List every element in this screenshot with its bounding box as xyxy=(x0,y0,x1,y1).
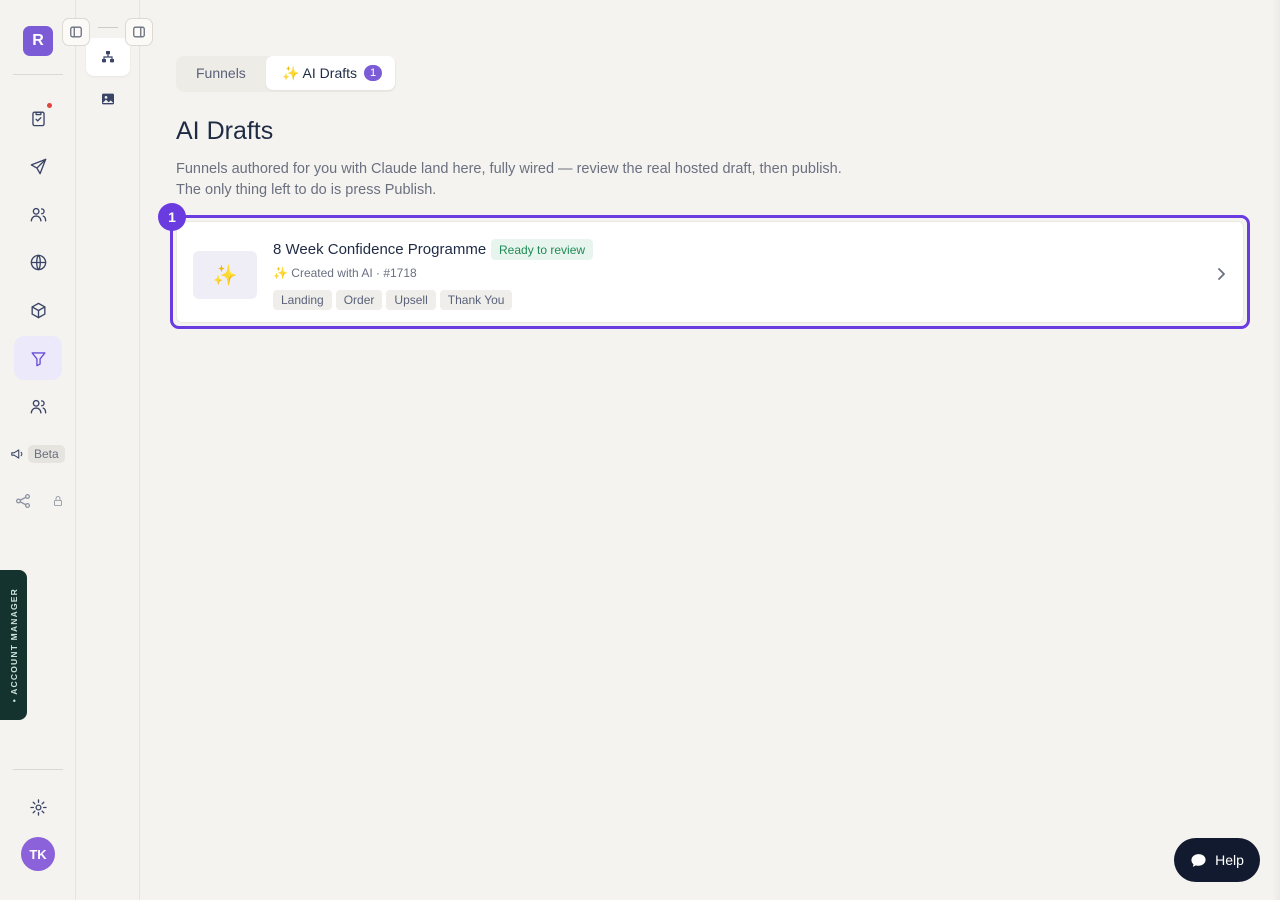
funnels-subnav xyxy=(76,0,140,900)
step-chip: Order xyxy=(335,290,383,310)
tab-label: Funnels xyxy=(196,65,246,81)
sidebar-item-announcements[interactable]: Beta xyxy=(10,442,65,466)
sidebar-item-contacts[interactable] xyxy=(14,192,62,236)
chat-bubble-icon xyxy=(1191,853,1206,867)
sidebar-item-funnels[interactable] xyxy=(14,336,62,380)
users-icon xyxy=(30,207,46,222)
tab-funnels[interactable]: Funnels xyxy=(196,56,246,90)
description-line: The only thing left to do is press Publi… xyxy=(176,182,437,198)
step-number-badge: 1 xyxy=(158,203,186,231)
count-badge: 1 xyxy=(364,65,383,81)
sidebar-item-audience[interactable] xyxy=(14,384,62,428)
share-nodes-icon xyxy=(15,493,31,509)
subnav-item-media[interactable] xyxy=(86,80,130,118)
lock-icon xyxy=(54,496,62,506)
sidebar-item-tasks[interactable] xyxy=(14,96,62,140)
help-label: Help xyxy=(1215,852,1244,868)
sidebar-item-products[interactable] xyxy=(14,288,62,332)
draft-card[interactable]: ✨ 8 Week Confidence Programme Ready to r… xyxy=(176,221,1244,323)
sparkles-icon: ✨ xyxy=(193,251,257,299)
draft-title: 8 Week Confidence Programme xyxy=(273,241,487,258)
step-chip: Landing xyxy=(273,290,332,310)
toggle-divider xyxy=(98,27,118,28)
user-avatar[interactable]: TK xyxy=(21,837,55,871)
collapse-sidebar-button[interactable] xyxy=(62,18,90,46)
edge-shadow xyxy=(1272,0,1280,900)
tab-ai-drafts[interactable]: ✨ AI Drafts 1 xyxy=(266,56,395,90)
help-button[interactable]: Help xyxy=(1174,838,1260,882)
account-manager-label: • ACCOUNT MANAGER xyxy=(8,587,19,703)
paper-plane-icon xyxy=(30,158,46,174)
tab-label: ✨ AI Drafts xyxy=(282,64,358,81)
image-icon xyxy=(102,93,114,105)
draft-meta: ✨ Created with AI · #1718 xyxy=(273,266,417,280)
account-manager-tab[interactable]: • ACCOUNT MANAGER xyxy=(0,570,27,720)
step-chip: Upsell xyxy=(386,290,436,310)
people-icon xyxy=(30,399,46,414)
page-description: Funnels authored for you with Claude lan… xyxy=(176,159,876,201)
notification-dot xyxy=(47,103,52,108)
workspace-logo[interactable]: R xyxy=(23,26,53,56)
step-chip: Thank You xyxy=(439,290,513,310)
draft-card-highlight: ✨ 8 Week Confidence Programme Ready to r… xyxy=(158,203,1250,329)
tab-bar: Funnels ✨ AI Drafts 1 xyxy=(176,56,396,92)
sitemap-icon xyxy=(102,51,114,63)
sidebar-item-send[interactable] xyxy=(14,144,62,188)
description-line: Funnels authored for you with Claude lan… xyxy=(176,161,842,177)
sidebar-item-settings[interactable] xyxy=(14,785,62,829)
gear-icon xyxy=(29,798,47,816)
sidebar-toggle-icon xyxy=(70,26,82,38)
main-content: Funnels ✨ AI Drafts 1 AI Drafts Funnels … xyxy=(140,0,1280,900)
subnav-item-funnels[interactable] xyxy=(86,38,130,76)
page-title: AI Drafts xyxy=(176,117,274,145)
funnel-icon xyxy=(30,351,46,366)
funnel-steps: Landing Order Upsell Thank You xyxy=(273,290,513,310)
chevron-right-icon[interactable] xyxy=(1213,266,1229,282)
sidebar-divider xyxy=(13,769,63,770)
megaphone-icon xyxy=(11,449,23,459)
sidebar-item-websites[interactable] xyxy=(14,240,62,284)
globe-icon xyxy=(30,254,46,270)
clipboard-check-icon xyxy=(31,110,45,126)
status-badge: Ready to review xyxy=(491,239,594,260)
box-icon xyxy=(30,302,46,318)
beta-badge: Beta xyxy=(28,445,65,463)
main-sidebar: R Beta • ACCOUNT MANAGER TK xyxy=(0,0,76,900)
sidebar-item-affiliates[interactable] xyxy=(14,492,64,510)
sidebar-divider xyxy=(13,74,63,75)
